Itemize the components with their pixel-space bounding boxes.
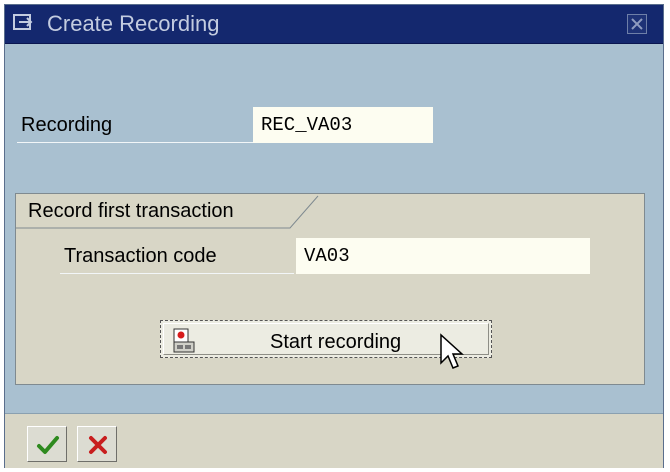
transaction-code-input[interactable]: VA03 — [296, 238, 590, 274]
group-title: Record first transaction — [28, 200, 234, 222]
close-icon — [631, 18, 643, 30]
transaction-code-label: Transaction code — [60, 238, 294, 274]
dialog-footer — [5, 413, 663, 468]
confirm-button[interactable] — [27, 426, 67, 462]
cancel-x-icon — [89, 436, 107, 454]
checkmark-icon — [37, 436, 59, 454]
title-bar[interactable]: Create Recording — [5, 5, 663, 44]
recording-icon — [172, 328, 196, 354]
record-first-transaction-group: Record first transaction Transaction cod… — [15, 193, 645, 385]
close-button[interactable] — [627, 14, 647, 34]
group-tab: Record first transaction — [16, 194, 320, 229]
start-recording-button[interactable]: Start recording — [160, 320, 492, 369]
create-recording-dialog: Create Recording Recording REC_VA03 Reco… — [4, 4, 664, 468]
recording-label: Recording — [17, 107, 255, 143]
dialog-window-icon — [13, 14, 35, 34]
dialog-title: Create Recording — [47, 11, 220, 36]
mouse-pointer-icon — [439, 333, 465, 373]
cancel-button[interactable] — [77, 426, 117, 462]
start-recording-label: Start recording — [270, 331, 402, 353]
recording-input[interactable]: REC_VA03 — [253, 107, 433, 143]
